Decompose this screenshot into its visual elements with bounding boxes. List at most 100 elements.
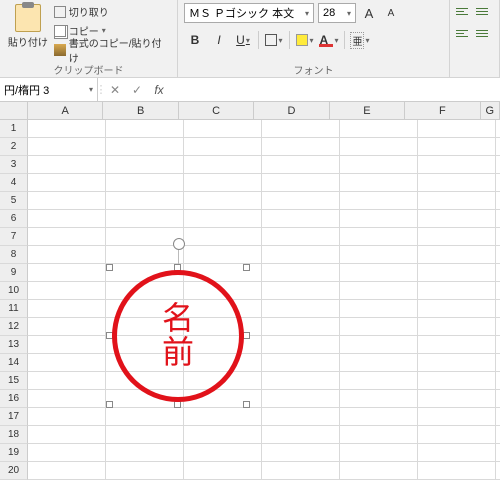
cell[interactable] bbox=[496, 246, 500, 264]
cell[interactable] bbox=[496, 444, 500, 462]
cell[interactable] bbox=[28, 156, 106, 174]
cell[interactable] bbox=[418, 318, 496, 336]
cell[interactable] bbox=[28, 282, 106, 300]
cell[interactable] bbox=[184, 462, 262, 480]
cell[interactable] bbox=[262, 138, 340, 156]
cell[interactable] bbox=[496, 300, 500, 318]
cell[interactable] bbox=[418, 426, 496, 444]
align-top-button[interactable] bbox=[454, 2, 472, 20]
cell[interactable] bbox=[106, 120, 184, 138]
row-header[interactable]: 4 bbox=[0, 174, 28, 192]
fx-button[interactable]: fx bbox=[148, 78, 170, 101]
cell[interactable] bbox=[418, 138, 496, 156]
cell[interactable] bbox=[340, 120, 418, 138]
cell[interactable] bbox=[496, 372, 500, 390]
cell[interactable] bbox=[418, 156, 496, 174]
row-header[interactable]: 7 bbox=[0, 228, 28, 246]
cell[interactable] bbox=[262, 390, 340, 408]
cell[interactable] bbox=[28, 354, 106, 372]
cell[interactable] bbox=[418, 372, 496, 390]
cell[interactable] bbox=[496, 462, 500, 480]
cell[interactable] bbox=[106, 192, 184, 210]
cell[interactable] bbox=[28, 462, 106, 480]
cell[interactable] bbox=[28, 426, 106, 444]
cell[interactable] bbox=[262, 372, 340, 390]
row-header[interactable]: 15 bbox=[0, 372, 28, 390]
cell-grid[interactable] bbox=[28, 120, 500, 500]
cell[interactable] bbox=[496, 282, 500, 300]
cell[interactable] bbox=[418, 444, 496, 462]
cell[interactable] bbox=[418, 120, 496, 138]
row-header[interactable]: 1 bbox=[0, 120, 28, 138]
cell[interactable] bbox=[28, 390, 106, 408]
cell[interactable] bbox=[496, 210, 500, 228]
resize-handle[interactable] bbox=[243, 264, 250, 271]
cell[interactable] bbox=[340, 462, 418, 480]
cell[interactable] bbox=[418, 336, 496, 354]
cell[interactable] bbox=[496, 408, 500, 426]
row-header[interactable]: 6 bbox=[0, 210, 28, 228]
cell[interactable] bbox=[262, 228, 340, 246]
align-middle-button[interactable] bbox=[474, 2, 492, 20]
row-header[interactable]: 16 bbox=[0, 390, 28, 408]
row-header[interactable]: 17 bbox=[0, 408, 28, 426]
paste-button[interactable]: 貼り付け bbox=[6, 2, 50, 60]
cell[interactable] bbox=[340, 318, 418, 336]
cell[interactable] bbox=[28, 300, 106, 318]
row-header[interactable]: 20 bbox=[0, 462, 28, 480]
row-header[interactable]: 5 bbox=[0, 192, 28, 210]
column-header[interactable]: A bbox=[28, 102, 103, 120]
cell[interactable] bbox=[340, 138, 418, 156]
ruby-button[interactable]: 亜▾ bbox=[349, 30, 371, 50]
cell[interactable] bbox=[184, 228, 262, 246]
row-header[interactable]: 8 bbox=[0, 246, 28, 264]
cell[interactable] bbox=[340, 354, 418, 372]
cell[interactable] bbox=[28, 444, 106, 462]
cell[interactable] bbox=[106, 444, 184, 462]
cell[interactable] bbox=[496, 228, 500, 246]
column-header[interactable]: G bbox=[481, 102, 500, 120]
cell[interactable] bbox=[184, 210, 262, 228]
column-header[interactable]: F bbox=[405, 102, 480, 120]
border-button[interactable]: ▾ bbox=[263, 30, 285, 50]
cell[interactable] bbox=[262, 426, 340, 444]
cell[interactable] bbox=[418, 228, 496, 246]
row-header[interactable]: 13 bbox=[0, 336, 28, 354]
font-size-select[interactable]: 28▾ bbox=[318, 3, 356, 23]
cell[interactable] bbox=[340, 300, 418, 318]
name-box[interactable]: 円/楕円 3▾ bbox=[0, 78, 98, 101]
cell[interactable] bbox=[28, 408, 106, 426]
cell[interactable] bbox=[184, 444, 262, 462]
cell[interactable] bbox=[262, 282, 340, 300]
column-header[interactable]: E bbox=[330, 102, 405, 120]
cell[interactable] bbox=[340, 426, 418, 444]
cell[interactable] bbox=[418, 246, 496, 264]
cell[interactable] bbox=[496, 426, 500, 444]
font-color-button[interactable]: A▾ bbox=[318, 30, 340, 50]
cell[interactable] bbox=[418, 264, 496, 282]
cell[interactable] bbox=[262, 264, 340, 282]
select-all-corner[interactable] bbox=[0, 102, 28, 120]
resize-handle[interactable] bbox=[174, 401, 181, 408]
resize-handle[interactable] bbox=[243, 401, 250, 408]
cell[interactable] bbox=[340, 372, 418, 390]
row-header[interactable]: 3 bbox=[0, 156, 28, 174]
cell[interactable] bbox=[262, 246, 340, 264]
cell[interactable] bbox=[496, 354, 500, 372]
cell[interactable] bbox=[262, 300, 340, 318]
cell[interactable] bbox=[418, 408, 496, 426]
italic-button[interactable]: I bbox=[208, 30, 230, 50]
cell[interactable] bbox=[262, 174, 340, 192]
cell[interactable] bbox=[106, 156, 184, 174]
cell[interactable] bbox=[340, 408, 418, 426]
cell[interactable] bbox=[340, 228, 418, 246]
cell[interactable] bbox=[184, 120, 262, 138]
cell[interactable] bbox=[28, 336, 106, 354]
resize-handle[interactable] bbox=[106, 264, 113, 271]
bold-button[interactable]: B bbox=[184, 30, 206, 50]
cell[interactable] bbox=[28, 372, 106, 390]
cell[interactable] bbox=[418, 462, 496, 480]
row-header[interactable]: 12 bbox=[0, 318, 28, 336]
formula-input[interactable] bbox=[170, 78, 500, 101]
cell[interactable] bbox=[496, 390, 500, 408]
